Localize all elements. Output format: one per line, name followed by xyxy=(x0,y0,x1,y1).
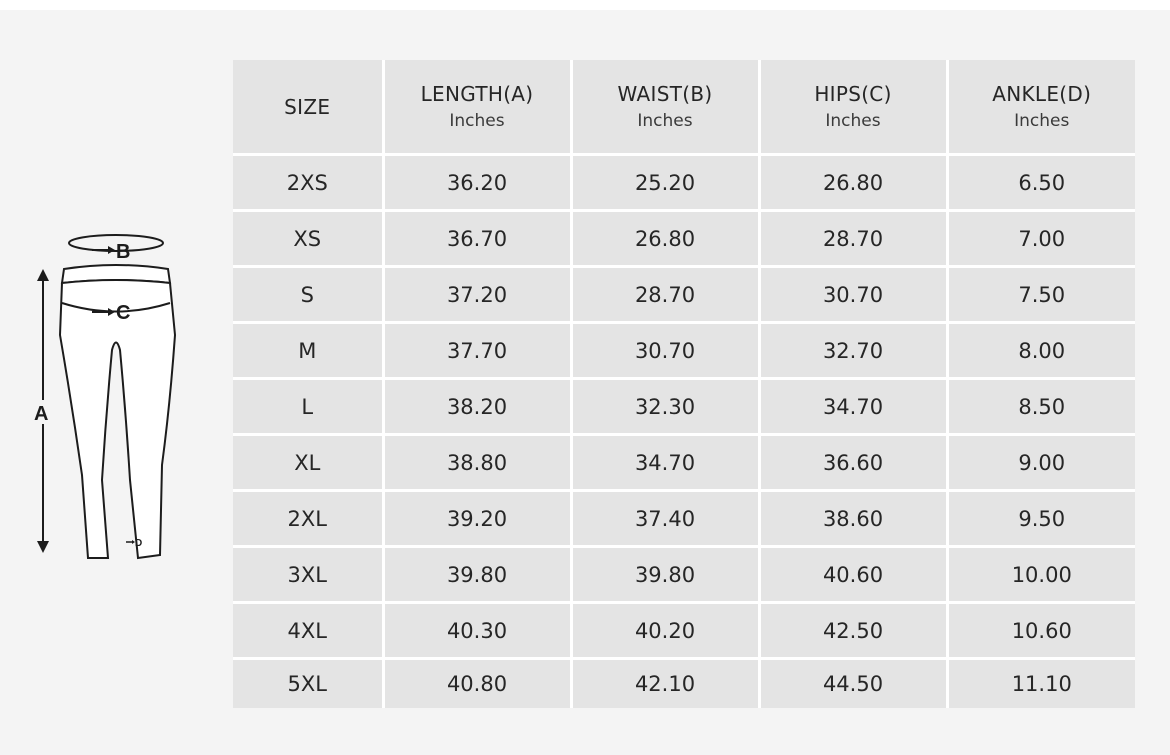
cell-hips: 28.70 xyxy=(759,210,949,268)
table-header-row: SIZE LENGTH(A) Inches WAIST(B) Inches HI… xyxy=(233,60,1135,156)
table-row: S 37.20 28.70 30.70 7.50 xyxy=(233,266,1135,324)
cell-hips: 36.60 xyxy=(759,434,949,492)
table-row: 3XL 39.80 39.80 40.60 10.00 xyxy=(233,546,1135,604)
cell-length: 37.70 xyxy=(383,322,573,380)
label-c: C xyxy=(116,302,130,324)
header-title: HIPS(C) xyxy=(814,82,892,106)
cell-hips: 42.50 xyxy=(759,602,949,660)
header-waist: WAIST(B) Inches xyxy=(571,60,761,156)
header-unit: Inches xyxy=(637,111,693,131)
header-length: LENGTH(A) Inches xyxy=(383,60,573,156)
cell-ankle: 9.50 xyxy=(947,490,1135,548)
cell-size: 3XL xyxy=(233,546,385,604)
cell-waist: 26.80 xyxy=(571,210,761,268)
length-arrow-top xyxy=(37,269,49,281)
waist-arrow-head xyxy=(108,246,115,254)
table-row: 5XL 40.80 42.10 44.50 11.10 xyxy=(233,658,1135,708)
cell-hips: 40.60 xyxy=(759,546,949,604)
table-row: L 38.20 32.30 34.70 8.50 xyxy=(233,378,1135,436)
cell-ankle: 10.60 xyxy=(947,602,1135,660)
cell-waist: 32.30 xyxy=(571,378,761,436)
cell-length: 39.20 xyxy=(383,490,573,548)
label-d: D xyxy=(135,538,142,549)
cell-length: 38.20 xyxy=(383,378,573,436)
cell-ankle: 10.00 xyxy=(947,546,1135,604)
header-unit: Inches xyxy=(825,111,881,131)
cell-size: M xyxy=(233,322,385,380)
cell-hips: 44.50 xyxy=(759,658,949,708)
cell-length: 37.20 xyxy=(383,266,573,324)
cell-size: 5XL xyxy=(233,658,385,708)
cell-hips: 30.70 xyxy=(759,266,949,324)
cell-waist: 37.40 xyxy=(571,490,761,548)
leggings-measurement-diagram: B C A D xyxy=(20,225,180,570)
cell-length: 40.30 xyxy=(383,602,573,660)
cell-size: 2XS xyxy=(233,154,385,212)
cell-hips: 34.70 xyxy=(759,378,949,436)
cell-size: S xyxy=(233,266,385,324)
table-row: 2XS 36.20 25.20 26.80 6.50 xyxy=(233,154,1135,212)
cell-size: XS xyxy=(233,210,385,268)
cell-waist: 34.70 xyxy=(571,434,761,492)
label-a: A xyxy=(34,403,48,425)
cell-length: 38.80 xyxy=(383,434,573,492)
header-hips: HIPS(C) Inches xyxy=(759,60,949,156)
cell-length: 39.80 xyxy=(383,546,573,604)
cell-ankle: 8.50 xyxy=(947,378,1135,436)
table-row: XS 36.70 26.80 28.70 7.00 xyxy=(233,210,1135,268)
cell-ankle: 9.00 xyxy=(947,434,1135,492)
cell-size: L xyxy=(233,378,385,436)
cell-waist: 30.70 xyxy=(571,322,761,380)
cell-ankle: 7.50 xyxy=(947,266,1135,324)
cell-ankle: 6.50 xyxy=(947,154,1135,212)
cell-waist: 25.20 xyxy=(571,154,761,212)
cell-hips: 26.80 xyxy=(759,154,949,212)
cell-waist: 28.70 xyxy=(571,266,761,324)
cell-ankle: 8.00 xyxy=(947,322,1135,380)
size-chart-table: SIZE LENGTH(A) Inches WAIST(B) Inches HI… xyxy=(233,60,1135,708)
table-row: 4XL 40.30 40.20 42.50 10.60 xyxy=(233,602,1135,660)
header-title: LENGTH(A) xyxy=(420,82,534,106)
header-unit: Inches xyxy=(1014,111,1070,131)
length-arrow-bottom xyxy=(37,541,49,553)
header-title: ANKLE(D) xyxy=(992,82,1092,106)
table-row: XL 38.80 34.70 36.60 9.00 xyxy=(233,434,1135,492)
cell-hips: 38.60 xyxy=(759,490,949,548)
cell-size: XL xyxy=(233,434,385,492)
top-strip xyxy=(0,0,1170,10)
cell-length: 36.20 xyxy=(383,154,573,212)
cell-waist: 42.10 xyxy=(571,658,761,708)
header-size: SIZE xyxy=(233,60,385,156)
header-title: WAIST(B) xyxy=(617,82,713,106)
cell-ankle: 11.10 xyxy=(947,658,1135,708)
header-title: SIZE xyxy=(284,94,331,119)
cell-ankle: 7.00 xyxy=(947,210,1135,268)
table-row: 2XL 39.20 37.40 38.60 9.50 xyxy=(233,490,1135,548)
cell-size: 4XL xyxy=(233,602,385,660)
cell-waist: 39.80 xyxy=(571,546,761,604)
cell-size: 2XL xyxy=(233,490,385,548)
cell-length: 40.80 xyxy=(383,658,573,708)
cell-length: 36.70 xyxy=(383,210,573,268)
header-unit: Inches xyxy=(449,111,505,131)
label-b: B xyxy=(116,241,130,263)
cell-hips: 32.70 xyxy=(759,322,949,380)
cell-waist: 40.20 xyxy=(571,602,761,660)
table-row: M 37.70 30.70 32.70 8.00 xyxy=(233,322,1135,380)
header-ankle: ANKLE(D) Inches xyxy=(947,60,1135,156)
